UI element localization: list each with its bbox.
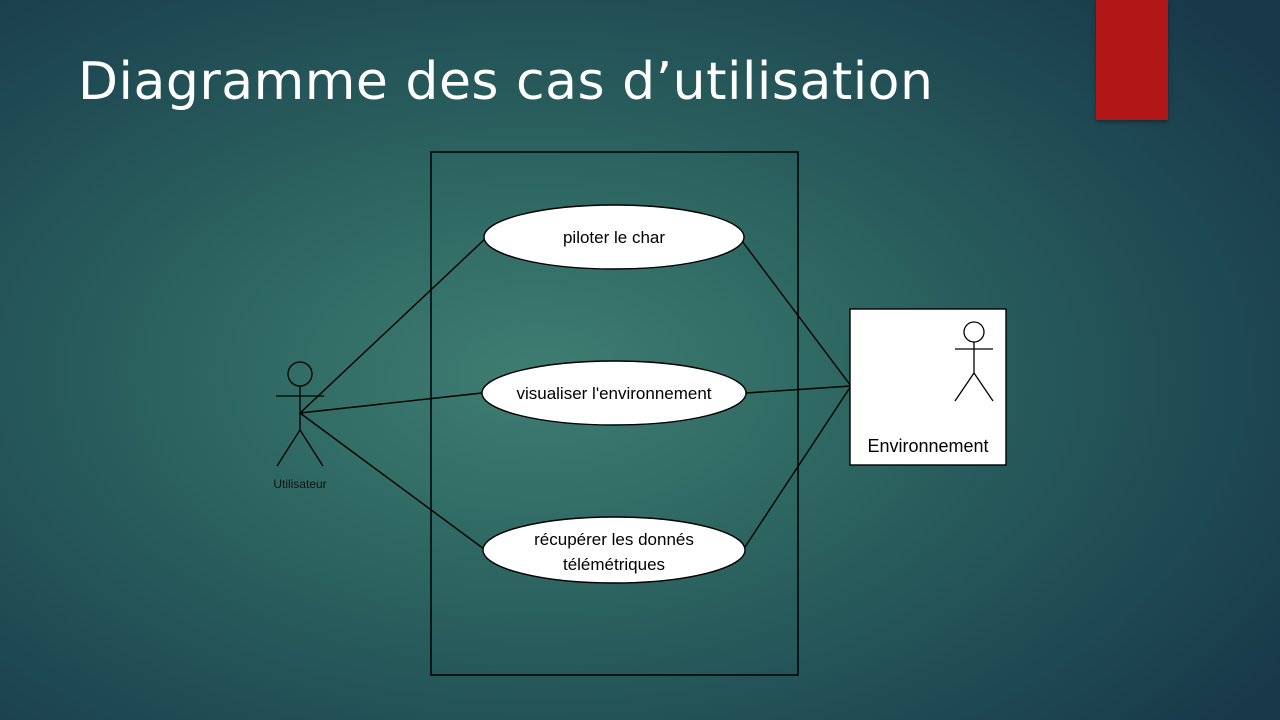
actor-label: Utilisateur xyxy=(273,477,326,491)
use-case-label-line-2: télémétriques xyxy=(563,555,665,574)
actor-label: Environnement xyxy=(867,436,988,456)
stick-figure-icon xyxy=(276,361,324,467)
actor-environnement: Environnement xyxy=(849,308,1007,466)
association-utilisateur-recuperer xyxy=(299,412,485,550)
use-case-piloter: piloter le char xyxy=(483,204,745,270)
use-case-recuperer: récupérer les donnés télémétriques xyxy=(482,516,746,584)
use-case-label: visualiser l'environnement xyxy=(516,384,711,403)
association-utilisateur-piloter xyxy=(299,237,487,414)
use-case-diagram: piloter le char visualiser l'environneme… xyxy=(273,151,1007,676)
association-environnement-piloter xyxy=(741,240,852,387)
use-case-visualiser: visualiser l'environnement xyxy=(481,360,747,426)
use-case-label-line-1: récupérer les donnés xyxy=(534,530,694,549)
use-case-label: piloter le char xyxy=(563,228,665,247)
association-utilisateur-visualiser xyxy=(299,392,483,414)
